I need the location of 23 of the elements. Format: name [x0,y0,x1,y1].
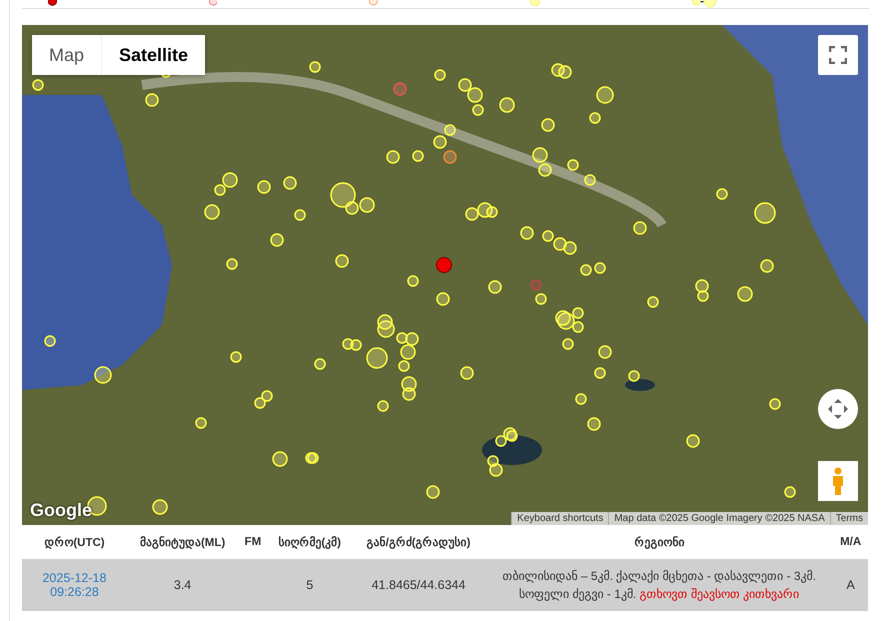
column-header: სიღრმე(კმ) [268,525,352,559]
region-text: თბილისიდან – 5კმ. ქალაქი მცხეთა - დასავლეთი - 3კმ. სოფელი ძეგვი - 1კმ. გთხოვთ შეავსოთ კითხვარი [502,569,816,601]
column-header: დრო(UTC) [22,525,127,559]
column-header: მაგნიტუდა(ML) [126,525,238,559]
circle-icon [692,0,718,8]
four-arrows-icon [826,397,850,421]
table-cell: 41.8465/44.6344 [372,578,466,592]
column-header: M/A [833,525,868,559]
column-header: FM [238,525,268,559]
map-data-text: Map data ©2025 Google Imagery ©2025 NASA [608,512,830,525]
map-type-tab[interactable]: Map [32,35,102,75]
attribution-link[interactable]: Terms [830,512,868,525]
attribution-link[interactable]: Keyboard shortcuts [511,512,608,525]
table-cell: 3.4 [174,578,192,592]
google-logo: Google [30,500,92,521]
table-cell: 5 [306,578,314,592]
fullscreen-icon [829,46,847,64]
person-icon [831,467,845,495]
map-type-tab[interactable]: Satellite [101,35,206,75]
table-cell: A [846,578,855,592]
column-header: გან/გრძ(გრადუსი) [352,525,486,559]
fullscreen-button[interactable] [818,35,858,75]
column-header: რეგიონი [485,525,834,559]
